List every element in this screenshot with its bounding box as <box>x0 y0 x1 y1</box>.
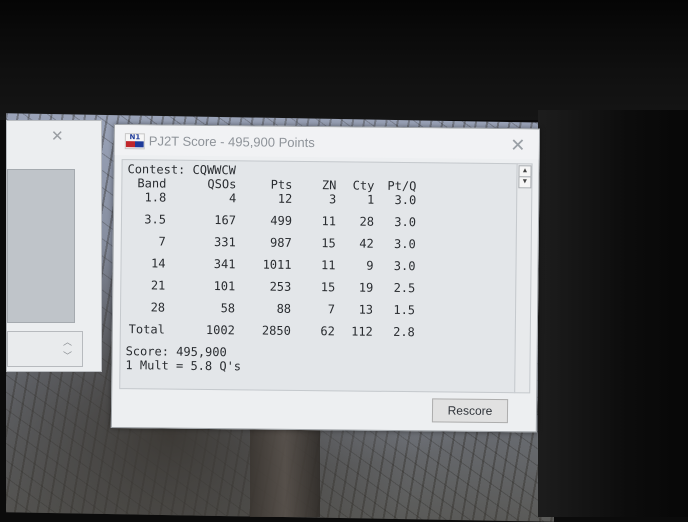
total-row-cell: Total <box>128 322 165 337</box>
band-row-cell: 58 <box>220 301 236 316</box>
window-title: PJ2T Score - 495,900 Points <box>148 133 315 151</box>
score-line: Score: 495,900 <box>125 344 227 360</box>
band-row-cell: 7 <box>158 234 166 249</box>
column-header-cell: Cty <box>352 178 375 193</box>
band-row-cell: 499 <box>270 213 293 228</box>
total-row-cell: 2850 <box>261 323 291 338</box>
total-row-cell: 62 <box>320 324 335 339</box>
column-header-cell: ZN <box>321 178 337 193</box>
band-row-cell: 2.5 <box>393 280 416 296</box>
band-row-cell: 3.0 <box>394 192 417 208</box>
score-summary-text: Contest: CQWWCW Score: 495,900 1 Mult = … <box>119 159 518 394</box>
band-row-cell: 13 <box>358 302 374 317</box>
band-row-cell: 3.0 <box>394 214 417 230</box>
column-header-cell: QSOs <box>207 176 237 192</box>
band-row-cell: 9 <box>366 258 374 273</box>
band-row-cell: 3.0 <box>393 258 416 274</box>
total-row-cell: 1002 <box>205 322 235 338</box>
column-header-cell: Pts <box>270 177 293 192</box>
chevron-up-icon[interactable]: ︿ <box>63 335 72 348</box>
score-window: N1 PJ2T Score - 495,900 Points ✕ Contest… <box>110 124 540 433</box>
band-row-cell: 4 <box>228 191 237 206</box>
n1mm-logo-icon: N1 <box>124 133 145 150</box>
band-row-cell: 21 <box>150 278 166 293</box>
band-row-cell: 167 <box>214 213 237 228</box>
contest-line: Contest: CQWWCW <box>127 162 236 178</box>
band-row-cell: 19 <box>358 280 374 295</box>
background-window[interactable]: ✕ ︿ ﹀ <box>6 120 102 372</box>
band-row-cell: 1.8 <box>144 190 167 205</box>
band-row-cell: 1.5 <box>393 302 416 318</box>
close-icon[interactable]: ✕ <box>507 135 529 155</box>
band-row-cell: 341 <box>213 257 236 272</box>
band-row-cell: 15 <box>320 280 336 295</box>
column-header-cell: Band <box>137 176 167 191</box>
total-row-cell: 112 <box>351 324 373 339</box>
band-row-cell: 28 <box>359 214 375 229</box>
band-row-cell: 1 <box>366 192 375 207</box>
rescore-button[interactable]: Rescore <box>431 398 509 424</box>
band-row-cell: 3.0 <box>393 236 416 252</box>
band-row-cell: 11 <box>321 258 336 273</box>
title-bar[interactable]: N1 PJ2T Score - 495,900 Points ✕ <box>114 125 539 160</box>
vertical-scrollbar[interactable]: ▲ ▼ <box>514 163 533 394</box>
scroll-down-button[interactable]: ▼ <box>518 176 532 189</box>
band-row-cell: 28 <box>150 300 166 315</box>
total-row-cell: 2.8 <box>393 324 415 340</box>
band-row-cell: 11 <box>321 214 337 229</box>
close-icon[interactable]: ✕ <box>51 127 64 145</box>
monitor-bezel <box>0 0 688 120</box>
band-row-cell: 101 <box>213 279 236 294</box>
app-icon-text: N1 <box>129 133 141 142</box>
band-row-cell: 15 <box>321 236 336 251</box>
monitor-bezel-right <box>538 110 688 517</box>
band-row-cell: 253 <box>269 279 292 294</box>
band-row-cell: 14 <box>151 256 166 271</box>
background-panel <box>7 169 75 323</box>
band-row-cell: 7 <box>327 302 336 317</box>
band-row-cell: 12 <box>277 191 293 206</box>
band-row-cell: 3 <box>328 192 337 207</box>
band-row-cell: 42 <box>359 236 374 251</box>
band-row-cell: 1011 <box>262 257 292 272</box>
band-row-cell: 88 <box>276 301 292 316</box>
band-row-cell: 3.5 <box>144 212 167 227</box>
mult-line: 1 Mult = 5.8 Q's <box>125 358 242 374</box>
band-row-cell: 987 <box>270 235 292 250</box>
chevron-down-icon[interactable]: ﹀ <box>63 349 72 362</box>
band-row-cell: 331 <box>214 235 236 250</box>
column-header-cell: Pt/Q <box>387 178 417 194</box>
